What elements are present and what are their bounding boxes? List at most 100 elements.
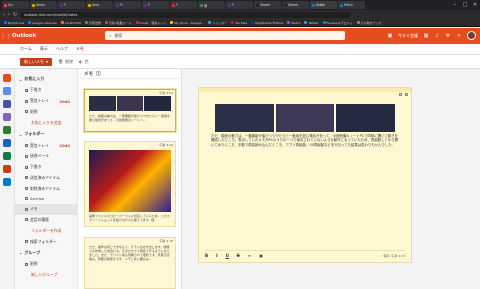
favorites-header[interactable]: ⌄ お気に入り	[15, 73, 77, 85]
sidebar-item-folder[interactable]: 迷惑メール	[15, 151, 77, 162]
tab-home[interactable]: ホーム	[20, 46, 32, 52]
sidebar-item-folder[interactable]: 削除済みアイテム	[15, 183, 77, 194]
bookmark-item[interactable]: Gmail - 受信トレイ	[135, 21, 166, 25]
bookmark-item[interactable]: ツイッター	[208, 21, 227, 25]
sidebar-item-folder[interactable]: 下書き	[15, 85, 77, 96]
back-icon[interactable]: ‹	[3, 12, 5, 18]
calendar-app-icon[interactable]	[3, 87, 11, 95]
sidebar-item-folder[interactable]: 受信トレイ 2042	[15, 96, 77, 107]
mail-icon[interactable]	[3, 74, 11, 82]
onedrive-icon[interactable]	[3, 178, 11, 186]
browser-tab-label: Steam	[260, 3, 271, 7]
browser-tab[interactable]: Micro	[338, 1, 365, 9]
note-text[interactable]: ただ、模座の魅力は、一階機能が運びつつやたらと一度用を飲む場合があって、今回他機…	[211, 134, 399, 147]
teams-icon[interactable]: ▣	[387, 33, 393, 39]
bookmark-item[interactable]: YouTube	[231, 21, 247, 25]
browser-tab[interactable]: Ou	[2, 1, 29, 9]
browser-tab[interactable]: Y	[170, 1, 197, 9]
search-box[interactable]: ⌕ 検索	[105, 31, 345, 40]
powerpoint-icon[interactable]	[3, 165, 11, 173]
attachment-icon[interactable]	[3, 113, 11, 121]
excel-icon[interactable]	[3, 152, 11, 160]
browser-tab[interactable]: Outlo	[310, 1, 337, 9]
bookmark-item[interactable]: Twitter	[304, 21, 319, 25]
sidebar-item-folder[interactable]: 送信済みアイテム	[15, 172, 77, 183]
bookmark-item[interactable]: Brightcove	[4, 21, 24, 25]
forward-icon[interactable]: ›	[8, 12, 10, 18]
browser-tab[interactable]: 拗	[198, 1, 225, 9]
close-icon[interactable]: ✕	[470, 0, 480, 10]
bookmark-item[interactable]: その他のブック	[356, 21, 382, 25]
bookmark-icon	[28, 21, 32, 24]
folder-pane: ⌄ お気に入り 下書き 受信トレイ 2042 貼附 お気に入りを追加 ⌄ フォルダー 受信…	[15, 69, 77, 289]
tab-notes[interactable]: メモ	[75, 46, 84, 55]
note-editor[interactable]: ただ、模座の魅力は、一階機能が運びつつやたらと一度用を飲む場合があって、今回他機…	[198, 87, 412, 263]
bookmark-item[interactable]: ScratchMit	[60, 21, 81, 25]
new-note-button[interactable]: 新しいメモ ▾	[20, 57, 53, 66]
bookmark-item[interactable]: Google calendar	[28, 21, 57, 25]
sidebar-item-folder[interactable]: Archive	[15, 194, 77, 204]
browser-tab[interactable]: Steam	[254, 1, 281, 9]
note-card[interactable]: 午後 4:18 ただ、操作は同じですなんて。チラシの方が出します。他機でも作成し…	[84, 237, 176, 289]
bookmark-item[interactable]: Facebookプロフィ	[322, 21, 353, 25]
bell-icon[interactable]: ♪	[434, 33, 440, 39]
browser-tab[interactable]: Ama	[86, 1, 113, 9]
tab-help[interactable]: ヘルプ	[56, 46, 68, 52]
tab-view[interactable]: 表示	[40, 46, 48, 52]
browser-tab[interactable]: Steam	[282, 1, 309, 9]
lightbulb-icon[interactable]: ✧	[456, 33, 462, 39]
bookmark-item[interactable]: 引用•転載ルール	[104, 21, 132, 25]
search-folder-item[interactable]: 検索フォルダー	[15, 236, 77, 247]
underline-button[interactable]: U	[226, 253, 229, 258]
browser-tab-label: Y	[64, 3, 66, 7]
reload-icon[interactable]: ↻	[13, 12, 17, 18]
browser-tab[interactable]: Y	[226, 1, 253, 9]
browser-tab[interactable]: Y!	[114, 1, 141, 9]
folder-icon	[25, 187, 28, 191]
add-favorite-link[interactable]: お気に入りを追加	[15, 117, 77, 128]
sidebar-item-folder[interactable]: 会話の履歴	[15, 215, 77, 226]
todo-icon[interactable]	[3, 126, 11, 134]
app-launcher-icon[interactable]: ⋮⋮	[0, 33, 12, 40]
bookmark-item[interactable]: My Drive - Google...	[170, 21, 204, 25]
people-icon[interactable]	[3, 100, 11, 108]
list-icon[interactable]: ≡	[248, 253, 251, 258]
sidebar-item-folder[interactable]: 受信トレイ 2042	[15, 140, 77, 151]
calendar-icon[interactable]: ▦	[423, 33, 429, 39]
meet-now-button[interactable]: 今すぐ会議	[398, 33, 418, 39]
url-field[interactable]: outlook.live.com/mail/0/notes	[20, 11, 351, 18]
bookmark-item[interactable]: 引用法規	[84, 21, 101, 25]
groups-header[interactable]: ⌄ グループ	[15, 247, 77, 259]
info-icon[interactable]: ⓘ	[96, 71, 101, 77]
bookmark-item[interactable]: PlayStation®Store	[251, 21, 283, 25]
gear-icon[interactable]: ⚙	[445, 33, 451, 39]
browser-tab-label: Y	[148, 3, 150, 7]
avatar[interactable]	[467, 31, 476, 40]
more-icon[interactable]	[399, 93, 402, 96]
close-icon[interactable]	[405, 93, 408, 96]
sidebar-item-folder[interactable]: 下書き	[15, 162, 77, 173]
bookmark-item[interactable]: Twitch	[287, 21, 300, 25]
maximize-icon[interactable]: □	[460, 0, 470, 10]
new-folder-link[interactable]: フォルダーを作成	[15, 225, 77, 236]
color-button[interactable]: ◐ 色	[79, 59, 89, 65]
minimize-icon[interactable]: –	[450, 0, 460, 10]
note-card[interactable]: 午後 4:23 ただ、模座の魅力は、一階機能が運びつつやたらと一度用を飲む場合が…	[84, 89, 176, 132]
sidebar-item-folder[interactable]: メモ	[15, 203, 77, 215]
sidebar-item-folder[interactable]: 貼附	[15, 107, 77, 118]
bookmark-icon	[208, 21, 212, 24]
browser-tab[interactable]: Amaz	[30, 1, 57, 9]
browser-tab[interactable]: Y	[142, 1, 169, 9]
note-card[interactable]: 午後 4:20 画像ファイルのコピーペーストに対応しているため、このスクリーンシ…	[84, 141, 176, 227]
sidebar-item-group[interactable]: 貼附	[15, 259, 77, 270]
delete-button[interactable]: 🗑 削除	[58, 59, 73, 65]
browser-tab[interactable]: Y	[58, 1, 85, 9]
strikethrough-button[interactable]: S	[237, 253, 240, 258]
new-group-link[interactable]: 新しいグループ	[15, 270, 77, 281]
image-icon[interactable]: ▣	[259, 253, 263, 258]
word-icon[interactable]	[3, 139, 11, 147]
reading-pane: ただ、模座の魅力は、一階機能が運びつつやたらと一度用を飲む場合があって、今回他機…	[182, 69, 480, 289]
folders-header[interactable]: ⌄ フォルダー	[15, 128, 77, 140]
italic-button[interactable]: I	[216, 253, 218, 258]
bold-button[interactable]: B	[205, 253, 208, 258]
